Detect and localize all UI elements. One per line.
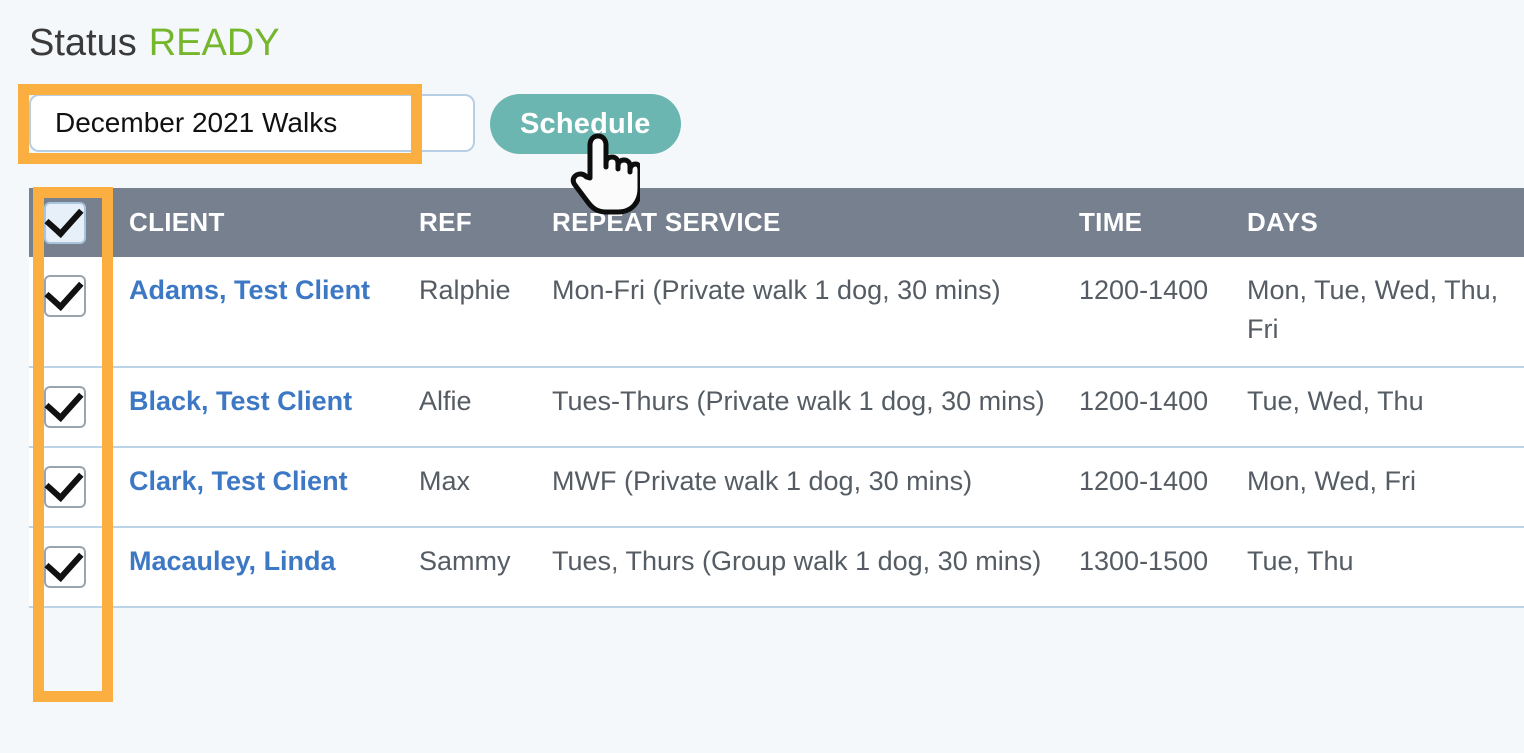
cell-repeat-service: MWF (Private walk 1 dog, 30 mins) bbox=[552, 447, 1079, 529]
row-select-cell bbox=[29, 447, 129, 529]
row-select-checkbox[interactable] bbox=[44, 542, 86, 589]
client-link[interactable]: Adams, Test Client bbox=[129, 275, 370, 305]
schedule-table: CLIENT REF REPEAT SERVICE TIME DAYS Adam… bbox=[29, 188, 1524, 609]
schedule-table-body: Adams, Test Client Ralphie Mon-Fri (Privat… bbox=[29, 257, 1524, 609]
schedule-button[interactable]: Schedule bbox=[490, 94, 681, 154]
cell-repeat-service: Mon-Fri (Private walk 1 dog, 30 mins) bbox=[552, 257, 1079, 369]
row-select-cell bbox=[29, 367, 129, 449]
column-header-client[interactable]: CLIENT bbox=[129, 188, 419, 257]
cell-client: Clark, Test Client bbox=[129, 447, 419, 529]
cell-ref: Max bbox=[419, 447, 552, 529]
column-header-ref[interactable]: REF bbox=[419, 188, 552, 257]
cell-days: Tue, Wed, Thu bbox=[1247, 367, 1524, 449]
schedule-table-container: CLIENT REF REPEAT SERVICE TIME DAYS Adam… bbox=[29, 188, 1524, 609]
row-select-cell bbox=[29, 257, 129, 369]
table-row: Clark, Test Client Max MWF (Private walk 1… bbox=[29, 447, 1524, 529]
cell-repeat-service: Tues, Thurs (Group walk 1 dog, 30 mins) bbox=[552, 527, 1079, 609]
row-select-cell bbox=[29, 527, 129, 609]
schedule-name-input[interactable] bbox=[29, 94, 475, 152]
cell-time: 1300-1500 bbox=[1079, 527, 1247, 609]
cell-client: Black, Test Client bbox=[129, 367, 419, 449]
column-header-days[interactable]: DAYS bbox=[1247, 188, 1524, 257]
select-all-checkbox[interactable] bbox=[44, 198, 86, 244]
cell-ref: Sammy bbox=[419, 527, 552, 609]
client-link[interactable]: Clark, Test Client bbox=[129, 466, 348, 496]
table-row: Macauley, Linda Sammy Tues, Thurs (Group w… bbox=[29, 527, 1524, 609]
table-header-row: CLIENT REF REPEAT SERVICE TIME DAYS bbox=[29, 188, 1524, 257]
status-badge: READY bbox=[148, 22, 280, 64]
client-link[interactable]: Black, Test Client bbox=[129, 386, 352, 416]
cell-client: Adams, Test Client bbox=[129, 257, 419, 369]
cell-repeat-service: Tues-Thurs (Private walk 1 dog, 30 mins) bbox=[552, 367, 1079, 449]
cell-client: Macauley, Linda bbox=[129, 527, 419, 609]
table-row: Adams, Test Client Ralphie Mon-Fri (Privat… bbox=[29, 257, 1524, 369]
column-header-repeat-service[interactable]: REPEAT SERVICE bbox=[552, 188, 1079, 257]
cell-days: Mon, Tue, Wed, Thu, Fri bbox=[1247, 257, 1524, 369]
column-header-select bbox=[29, 188, 129, 257]
schedule-table-head: CLIENT REF REPEAT SERVICE TIME DAYS bbox=[29, 188, 1524, 257]
row-select-checkbox[interactable] bbox=[44, 462, 86, 509]
checkmark-icon bbox=[44, 542, 84, 583]
cell-time: 1200-1400 bbox=[1079, 257, 1247, 369]
cell-time: 1200-1400 bbox=[1079, 367, 1247, 449]
row-select-checkbox[interactable] bbox=[44, 382, 86, 429]
client-link[interactable]: Macauley, Linda bbox=[129, 546, 336, 576]
status-line: Status READY bbox=[29, 24, 280, 62]
column-header-time[interactable]: TIME bbox=[1079, 188, 1247, 257]
checkmark-icon bbox=[44, 198, 84, 238]
cell-ref: Alfie bbox=[419, 367, 552, 449]
cell-days: Mon, Wed, Fri bbox=[1247, 447, 1524, 529]
checkmark-icon bbox=[44, 382, 84, 423]
checkmark-icon bbox=[44, 462, 84, 503]
status-label: Status bbox=[29, 22, 137, 64]
cell-days: Tue, Thu bbox=[1247, 527, 1524, 609]
cell-ref: Ralphie bbox=[419, 257, 552, 369]
cell-time: 1200-1400 bbox=[1079, 447, 1247, 529]
checkmark-icon bbox=[44, 271, 84, 311]
table-row: Black, Test Client Alfie Tues-Thurs (Priva… bbox=[29, 367, 1524, 449]
row-select-checkbox[interactable] bbox=[44, 271, 86, 317]
